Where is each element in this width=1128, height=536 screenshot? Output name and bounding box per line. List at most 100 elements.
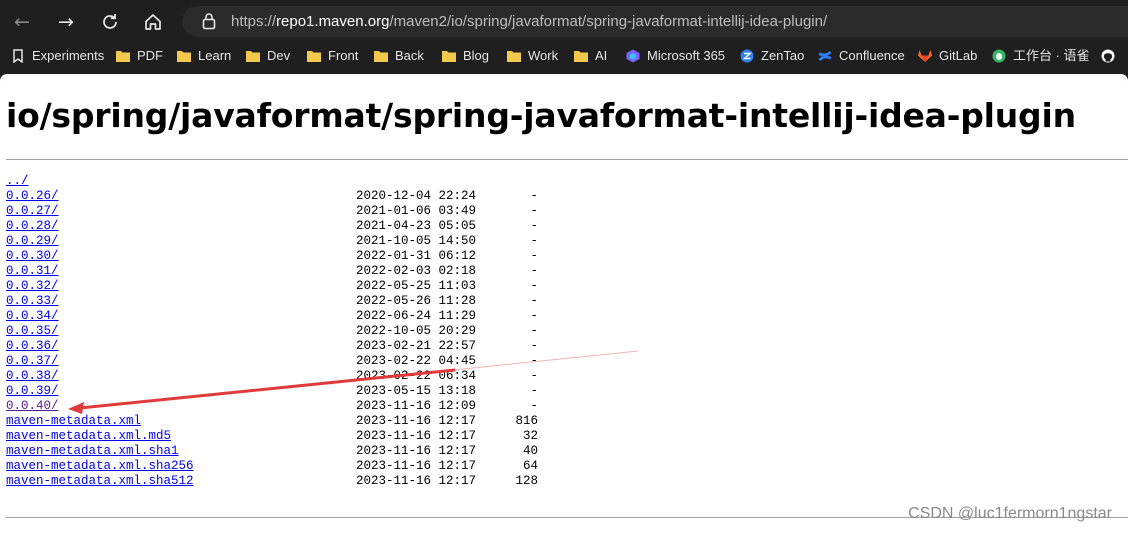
url-text[interactable]: https://repo1.maven.org/maven2/io/spring…	[231, 13, 827, 30]
modified-date: 2022-05-25 11:03	[356, 279, 477, 293]
home-button[interactable]	[140, 9, 166, 35]
listing-link[interactable]: 0.0.33/	[6, 294, 59, 309]
listing-row: 0.0.31/2022-02-03 02:18 -	[6, 264, 606, 279]
folder-icon	[116, 51, 130, 62]
bookmark-label: ZenTao	[761, 48, 805, 63]
listing-link[interactable]: 0.0.30/	[6, 249, 59, 264]
bookmark-label: Experiments	[32, 48, 105, 63]
listing-link[interactable]: 0.0.26/	[6, 189, 59, 204]
listing-link[interactable]: 0.0.39/	[6, 384, 59, 399]
url-host: repo1.maven.org	[276, 13, 390, 30]
modified-date: 2023-11-16 12:17	[356, 429, 477, 443]
bookmark-label: Learn	[198, 48, 232, 63]
listing-link[interactable]: 0.0.27/	[6, 204, 59, 219]
listing-row: 0.0.32/2022-05-25 11:03 -	[6, 279, 606, 294]
listing-link[interactable]: maven-metadata.xml.sha1	[6, 444, 179, 459]
listing-link[interactable]: 0.0.28/	[6, 219, 59, 234]
confluence-icon	[818, 51, 832, 61]
listing-link[interactable]: 0.0.36/	[6, 339, 59, 354]
modified-date: 2023-11-16 12:09	[356, 399, 477, 413]
modified-date: 2021-10-05 14:50	[356, 234, 477, 248]
listing-row: 0.0.38/2023-02-22 06:34 -	[6, 369, 606, 384]
listing-row: 0.0.26/2020-12-04 22:24 -	[6, 189, 606, 204]
lock-icon	[202, 13, 216, 30]
bookmark-label: Confluence	[839, 48, 905, 63]
bookmark-label: Back	[395, 48, 424, 63]
zentao-icon	[740, 49, 754, 63]
bookmark-label: Blog	[463, 48, 490, 63]
bookmark-label: PDF	[137, 48, 163, 63]
bookmark-label: Dev	[267, 48, 291, 63]
listing-link[interactable]: 0.0.34/	[6, 309, 59, 324]
listing-row: maven-metadata.xml.md5 2023-11-16 12:17 32	[6, 429, 606, 444]
listing-row: 0.0.36/2023-02-21 22:57 -	[6, 339, 606, 354]
browser-toolbar: ← → https://repo1.maven.org/maven2/io/sp…	[0, 0, 1128, 42]
file-size: -	[530, 279, 538, 293]
modified-date: 2023-02-21 22:57	[356, 339, 477, 353]
folder-icon	[307, 51, 321, 62]
reload-button[interactable]	[97, 9, 123, 35]
listing-row: maven-metadata.xml 2023-11-16 12:17 816	[6, 414, 606, 429]
bookmarks-bar: Experiments PDF Learn Dev Front Back Blo…	[0, 42, 1128, 70]
listing-link[interactable]: 0.0.32/	[6, 279, 59, 294]
bookmark-label: Work	[528, 48, 559, 63]
listing-row: maven-metadata.xml.sha1 2023-11-16 12:17 4…	[6, 444, 606, 459]
file-size: -	[530, 339, 538, 353]
listing-row: 0.0.39/2023-05-15 13:18 -	[6, 384, 606, 399]
modified-date: 2023-11-16 12:17	[356, 444, 477, 458]
file-size: -	[530, 234, 538, 248]
listing-row: 0.0.27/2021-01-06 03:49 -	[6, 204, 606, 219]
listing-link[interactable]: 0.0.35/	[6, 324, 59, 339]
listing-row: 0.0.37/2023-02-22 04:45 -	[6, 354, 606, 369]
bookmark-label: 工作台 · 语雀	[1013, 48, 1090, 63]
listing-row: maven-metadata.xml.sha512 2023-11-16 12:1…	[6, 474, 606, 489]
file-listing: ../0.0.26/2020-12-04 22:24-0.0.27/2021-0…	[6, 174, 606, 489]
listing-row: ../	[6, 174, 606, 189]
modified-date: 2022-05-26 11:28	[356, 294, 477, 308]
listing-link[interactable]: 0.0.40/	[6, 399, 59, 414]
modified-date: 2022-01-31 06:12	[356, 249, 477, 263]
file-size: -	[530, 324, 538, 338]
file-size: -	[530, 384, 538, 398]
modified-date: 2023-02-22 06:34	[356, 369, 477, 383]
file-size: -	[530, 204, 538, 218]
parent-directory-link[interactable]: ../	[6, 174, 29, 189]
folder-icon	[177, 51, 191, 62]
folder-icon	[374, 51, 388, 62]
listing-link[interactable]: maven-metadata.xml.sha256	[6, 459, 194, 474]
listing-link[interactable]: maven-metadata.xml.sha512	[6, 474, 194, 489]
listing-link[interactable]: 0.0.31/	[6, 264, 59, 279]
file-size: -	[530, 189, 538, 203]
file-size: 816	[515, 414, 538, 428]
folder-icon	[574, 51, 588, 62]
file-size: -	[530, 249, 538, 263]
url-scheme: https://	[231, 13, 277, 30]
address-bar[interactable]: https://repo1.maven.org/maven2/io/spring…	[182, 6, 1128, 37]
watermark: CSDN @luc1fermorn1ngstar	[908, 505, 1112, 522]
listing-row: 0.0.28/2021-04-23 05:05 -	[6, 219, 606, 234]
listing-row: 0.0.34/2022-06-24 11:29 -	[6, 309, 606, 324]
listing-row: 0.0.29/2021-10-05 14:50 -	[6, 234, 606, 249]
bookmark-label: GitLab	[939, 48, 978, 63]
bookmark-label: AI	[595, 48, 608, 63]
file-size: 32	[522, 429, 538, 443]
yuque-icon	[992, 49, 1006, 63]
listing-link[interactable]: 0.0.38/	[6, 369, 59, 384]
back-button[interactable]: ←	[9, 9, 35, 35]
bookmark-icon	[13, 49, 23, 63]
listing-link[interactable]: maven-metadata.xml.md5	[6, 429, 171, 444]
listing-link[interactable]: 0.0.37/	[6, 354, 59, 369]
listing-link[interactable]: maven-metadata.xml	[6, 414, 141, 429]
file-size: 128	[515, 474, 538, 488]
file-size: -	[530, 354, 538, 368]
modified-date: 2021-04-23 05:05	[356, 219, 477, 233]
listing-row: 0.0.35/2022-10-05 20:29 -	[6, 324, 606, 339]
listing-link[interactable]: 0.0.29/	[6, 234, 59, 249]
listing-row: 0.0.33/2022-05-26 11:28 -	[6, 294, 606, 309]
arrow-right-icon: →	[58, 11, 74, 33]
listing-row: maven-metadata.xml.sha256 2023-11-16 12:1…	[6, 459, 606, 474]
gitlab-icon	[918, 50, 932, 62]
file-size: 40	[522, 444, 538, 458]
github-icon	[1101, 49, 1115, 63]
forward-button[interactable]: →	[53, 9, 79, 35]
